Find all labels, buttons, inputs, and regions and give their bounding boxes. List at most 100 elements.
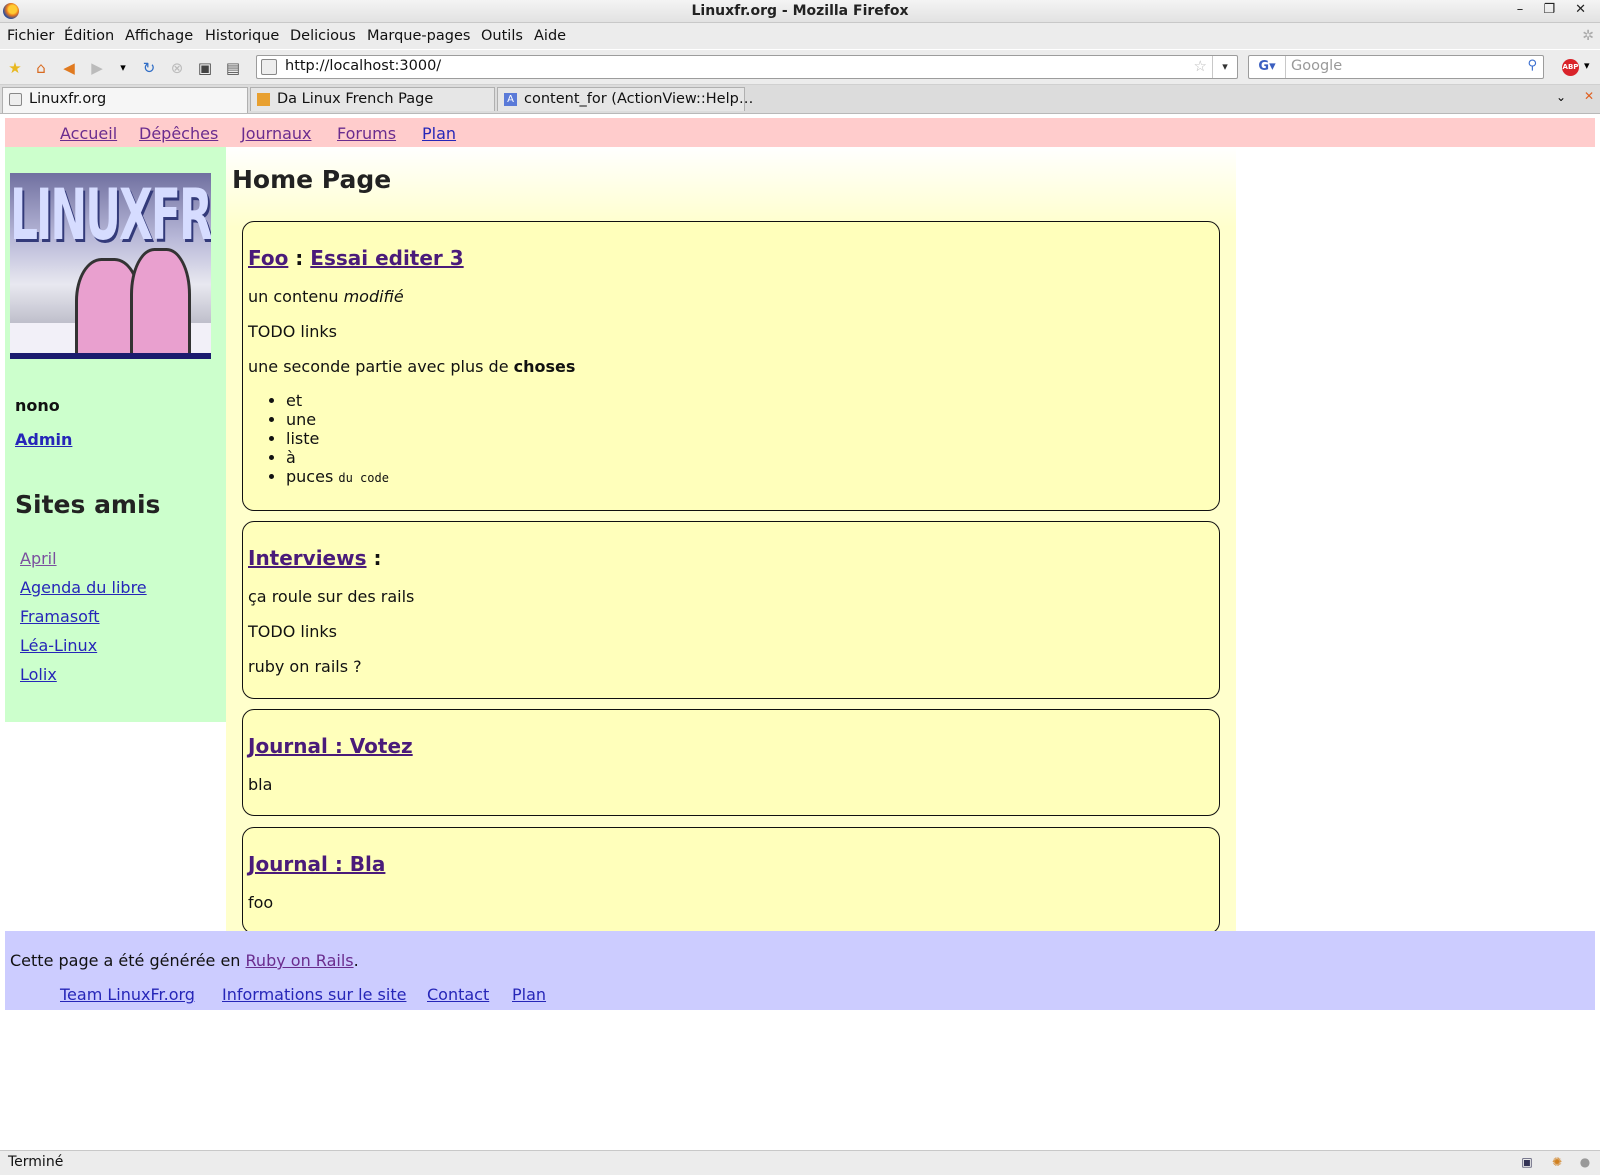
list-item: à — [286, 448, 389, 467]
window-controls[interactable]: – ❐ ✕ — [1517, 2, 1594, 17]
footer: Cette page a été générée en Ruby on Rail… — [5, 931, 1595, 1010]
menu-marque-pages[interactable]: Marque-pages — [367, 28, 470, 44]
journal-item-title: Journal : Bla — [248, 852, 385, 876]
history-dropdown-icon[interactable]: ▾ — [114, 59, 132, 77]
site-identity-icon[interactable] — [261, 59, 277, 75]
reload-icon[interactable]: ↻ — [140, 59, 158, 77]
back-icon[interactable]: ◀ — [60, 59, 78, 77]
status-circle-icon[interactable]: ● — [1578, 1155, 1592, 1169]
tab-bar: Linuxfr.org Da Linux French Page A conte… — [0, 85, 1600, 114]
google-icon: G — [1258, 59, 1270, 74]
menu-edition[interactable]: Édition — [64, 28, 114, 44]
search-engine-selector[interactable]: G▾ — [1249, 56, 1286, 78]
news-item: Foo : Essai editer 3 un contenu modifié … — [242, 221, 1220, 511]
list-item: puces du code — [286, 467, 389, 488]
url-text[interactable]: http://localhost:3000/ — [285, 58, 441, 74]
news-item-title: Interviews : — [248, 546, 382, 570]
page-icon — [9, 93, 22, 106]
menu-aide[interactable]: Aide — [534, 28, 566, 44]
tab-list-icon[interactable]: ⌄ — [1556, 90, 1566, 104]
journal-paragraph: bla — [248, 775, 273, 794]
news-paragraph: ruby on rails ? — [248, 657, 362, 676]
journal-item: Journal : Bla foo — [242, 827, 1220, 934]
linuxfr-logo[interactable]: LINUXFR.ORG — [10, 173, 211, 359]
news-paragraph: TODO links — [248, 622, 337, 641]
adblock-dropdown-icon[interactable]: ▾ — [1584, 59, 1590, 72]
bullet-list: et une liste à puces du code — [248, 391, 389, 488]
sites-amis-heading: Sites amis — [15, 490, 161, 519]
sidebar: LINUXFR.ORG nono Admin Sites amis April … — [5, 147, 226, 722]
section-link[interactable]: Foo — [248, 246, 288, 270]
site-lolix[interactable]: Lolix — [20, 665, 57, 684]
admin-link[interactable]: Admin — [15, 430, 72, 449]
site-lea-linux[interactable]: Léa-Linux — [20, 636, 97, 655]
penguin-image — [130, 248, 191, 359]
url-bar[interactable]: http://localhost:3000/ ☆ ▾ — [256, 55, 1238, 79]
menu-fichier[interactable]: Fichier — [7, 28, 54, 44]
nav-depeches[interactable]: Dépêches — [139, 124, 218, 143]
nav-forums[interactable]: Forums — [337, 124, 396, 143]
footer-plan-link[interactable]: Plan — [512, 985, 546, 1004]
search-bar[interactable]: G▾ Google ⚲ — [1248, 55, 1544, 79]
list-item: liste — [286, 429, 389, 448]
news-title-link[interactable]: Essai editer 3 — [310, 246, 463, 270]
news-item: Interviews : ça roule sur des rails TODO… — [242, 521, 1220, 699]
nav-journaux[interactable]: Journaux — [241, 124, 312, 143]
site-april[interactable]: April — [20, 549, 57, 568]
news-item-title: Foo : Essai editer 3 — [248, 246, 464, 270]
menu-outils[interactable]: Outils — [481, 28, 523, 44]
site-framasoft[interactable]: Framasoft — [20, 607, 100, 626]
tab-label: Linuxfr.org — [29, 91, 107, 107]
section-link[interactable]: Interviews — [248, 546, 367, 570]
footer-team-link[interactable]: Team LinuxFr.org — [60, 985, 195, 1004]
tab-label: Da Linux French Page — [277, 91, 434, 107]
new-bookmark-icon[interactable]: ★ — [6, 59, 24, 77]
forward-icon[interactable]: ▶ — [88, 59, 106, 77]
menu-bar: Fichier Édition Affichage Historique Del… — [0, 23, 1600, 49]
menu-affichage[interactable]: Affichage — [125, 28, 193, 44]
news-paragraph: une seconde partie avec plus de choses — [248, 357, 576, 376]
news-paragraph: un contenu modifié — [248, 287, 404, 306]
footer-informations-link[interactable]: Informations sur le site — [222, 985, 406, 1004]
screen-icon[interactable]: ▣ — [196, 59, 214, 77]
firebug-icon[interactable]: ✺ — [1550, 1155, 1564, 1169]
journal-paragraph: foo — [248, 893, 274, 912]
stop-icon[interactable]: ⊗ — [168, 59, 186, 77]
tab-content-for[interactable]: A content_for (ActionView::Help… — [497, 87, 753, 111]
throbber-icon: ✲ — [1582, 28, 1594, 44]
status-bar: Terminé ▣ ✺ ● — [0, 1150, 1600, 1175]
penguin-favicon-icon — [257, 93, 270, 106]
search-go-icon[interactable]: ⚲ — [1527, 58, 1537, 73]
list-item: et — [286, 391, 389, 410]
window-titlebar: Linuxfr.org - Mozilla Firefox – ❐ ✕ — [0, 0, 1600, 23]
print-icon[interactable]: ▤ — [224, 59, 242, 77]
footer-contact-link[interactable]: Contact — [427, 985, 489, 1004]
menu-delicious[interactable]: Delicious — [290, 28, 356, 44]
page-title: Home Page — [232, 165, 392, 194]
close-tab-icon[interactable]: ✕ — [1584, 89, 1594, 103]
logo-text: LINUXFR.ORG — [10, 175, 211, 257]
site-agenda-du-libre[interactable]: Agenda du libre — [20, 578, 147, 597]
menu-historique[interactable]: Historique — [205, 28, 279, 44]
tab-label: content_for (ActionView::Help… — [524, 91, 754, 107]
screen-status-icon[interactable]: ▣ — [1520, 1155, 1534, 1169]
username: nono — [15, 396, 60, 415]
bookmark-star-icon[interactable]: ☆ — [1194, 57, 1207, 75]
home-icon[interactable]: ⌂ — [32, 59, 50, 77]
url-history-dropdown[interactable]: ▾ — [1212, 56, 1237, 78]
journal-title-link[interactable]: Journal : Bla — [248, 852, 385, 876]
nav-plan[interactable]: Plan — [422, 124, 456, 143]
tab-da-linux-french-page[interactable]: Da Linux French Page — [250, 87, 495, 111]
journal-title-link[interactable]: Journal : Votez — [248, 734, 413, 758]
list-item: une — [286, 410, 389, 429]
tab-linuxfr[interactable]: Linuxfr.org — [2, 87, 248, 113]
journal-item-title: Journal : Votez — [248, 734, 413, 758]
search-placeholder[interactable]: Google — [1291, 58, 1342, 74]
status-text: Terminé — [8, 1154, 64, 1170]
ruby-on-rails-link[interactable]: Ruby on Rails — [246, 951, 354, 970]
journal-item: Journal : Votez bla — [242, 709, 1220, 816]
window-title: Linuxfr.org - Mozilla Firefox — [691, 3, 909, 19]
adblock-icon[interactable]: ABP — [1562, 59, 1579, 76]
nav-accueil[interactable]: Accueil — [60, 124, 117, 143]
page-viewport: Accueil Dépêches Journaux Forums Plan LI… — [0, 114, 1600, 1148]
